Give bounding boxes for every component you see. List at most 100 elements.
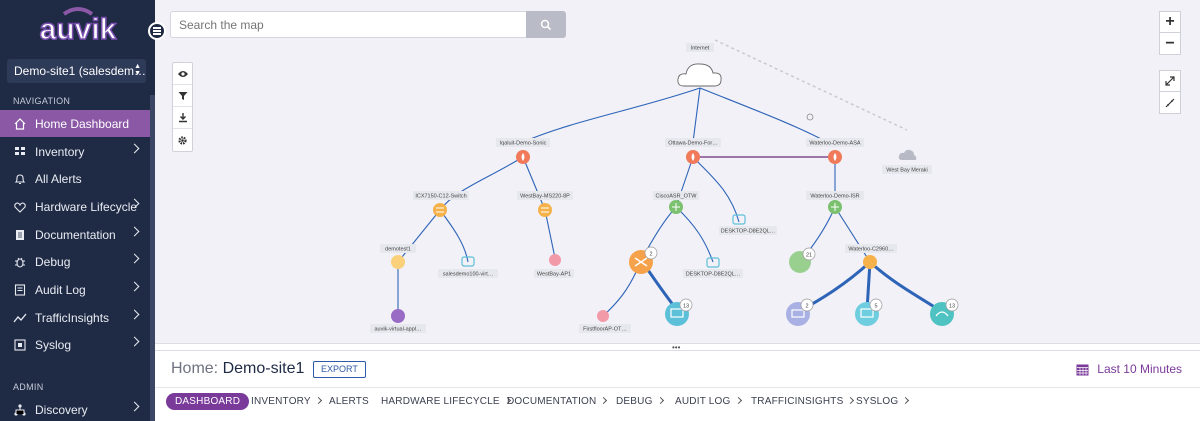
access-point-icon[interactable] [549, 254, 561, 266]
tab-syslog[interactable]: SYSLOG [856, 393, 910, 410]
download-button[interactable] [173, 107, 192, 129]
time-range-label: Last 10 Minutes [1097, 362, 1182, 376]
node-label-ciscoasr: CiscoASR_OTW [656, 194, 698, 200]
tab-label: DEBUG [616, 396, 653, 407]
heart-icon [12, 199, 28, 215]
chevron-right-icon [314, 396, 322, 405]
cloud-icon[interactable] [677, 63, 722, 87]
collapse-button[interactable] [1159, 92, 1181, 114]
node-label-internet: Internet [691, 46, 710, 52]
sidebar-item-label: All Alerts [35, 171, 82, 186]
tab-label: AUDIT LOG [675, 396, 731, 407]
log-icon [12, 282, 28, 298]
tab-debug[interactable]: DEBUG [616, 393, 664, 410]
desktop-icon[interactable] [706, 257, 720, 268]
home-icon [12, 116, 28, 132]
chart-icon [12, 310, 28, 326]
sidebar-item-documentation[interactable]: Documentation [0, 221, 150, 248]
node-label-waterloo-c2960: Waterloo-C2960… [848, 247, 893, 253]
zoom-out-button[interactable]: − [1159, 33, 1181, 55]
expand-button[interactable] [1159, 70, 1181, 92]
tab-audit-log[interactable]: AUDIT LOG [675, 393, 742, 410]
tab-inventory[interactable]: INVENTORY [251, 393, 322, 410]
sidebar-item-discovery[interactable]: Discovery [0, 396, 150, 421]
tab-label: DOCUMENTATION [507, 396, 597, 407]
document-icon [12, 227, 28, 243]
settings-button[interactable] [173, 129, 192, 151]
fit-controls [1159, 70, 1181, 114]
svg-text:auvik: auvik [40, 13, 117, 46]
chevron-right-icon [129, 401, 140, 412]
sidebar-item-label: Home Dashboard [35, 116, 130, 131]
chevron-right-icon [129, 143, 140, 154]
page-title-prefix: Home: [171, 360, 219, 377]
node-label-desktop1: DESKTOP-D8E2QL… [721, 229, 776, 235]
bell-icon [12, 171, 28, 187]
panel-resize-handle[interactable]: ••• [155, 343, 1200, 352]
sidebar-item-label: Syslog [35, 337, 72, 352]
tab-label: HARDWARE LIFECYCLE [381, 396, 500, 407]
switch-icon[interactable] [538, 203, 552, 217]
chevron-right-icon [129, 253, 140, 264]
tab-trafficinsights[interactable]: TRAFFICINSIGHTS [751, 393, 855, 410]
search-icon [540, 19, 552, 30]
access-point-icon[interactable] [597, 310, 609, 322]
sidebar-item-trafficinsights[interactable]: TrafficInsights [0, 304, 150, 331]
switch-icon[interactable] [391, 255, 405, 269]
switch-icon[interactable] [863, 255, 877, 269]
filter-button[interactable] [173, 85, 192, 107]
sidebar-item-all-alerts[interactable]: All Alerts [0, 165, 150, 192]
badge-count: 21 [806, 253, 812, 259]
chevron-right-icon [847, 396, 855, 405]
page-title-site: Demo-site1 [222, 360, 305, 377]
dashboard-panel: Home: Demo-site1 EXPORT Last 10 Minutes … [155, 351, 1200, 421]
sidebar-item-hardware-lifecycle[interactable]: Hardware Lifecycle [0, 193, 150, 220]
node-label-waterloo-asa: Waterloo-Demo-ASA [809, 141, 860, 147]
eye-icon [177, 70, 188, 77]
chevron-right-icon [129, 309, 140, 320]
site-selector[interactable]: Demo-site1 (salesdem… ▲ ▼ [7, 59, 146, 83]
sidebar-item-label: Discovery [35, 402, 88, 417]
sidebar-item-label: TrafficInsights [35, 310, 110, 325]
auvik-logo[interactable]: auvik [36, 6, 120, 46]
meraki-cloud-icon[interactable] [898, 149, 917, 160]
export-button[interactable]: EXPORT [313, 361, 366, 378]
node-label-firstfloor: FirstfloorAP-OT… [583, 327, 627, 333]
sidebar-item-audit-log[interactable]: Audit Log [0, 276, 150, 303]
topology-canvas[interactable]: Internet Iqaluit-Demo-Sonic Ottawa-Demo-… [155, 0, 1200, 343]
tab-label: DASHBOARD [175, 396, 241, 407]
node-label-westbay-ms220: WestBay-MS220-8P [520, 194, 570, 200]
tab-hardware-lifecycle[interactable]: HARDWARE LIFECYCLE [381, 393, 511, 410]
dashboard-tabs: DASHBOARD INVENTORY ALERTS HARDWARE LIFE… [155, 387, 1200, 413]
tab-alerts[interactable]: ALERTS [329, 393, 369, 410]
network-map[interactable]: Internet Iqaluit-Demo-Sonic Ottawa-Demo-… [155, 0, 1200, 343]
sidebar-item-syslog[interactable]: Syslog [0, 331, 150, 358]
node-label-salesdemo: salesdemo100-virt… [443, 272, 493, 278]
map-search-button[interactable] [526, 11, 566, 38]
download-icon [178, 113, 187, 123]
tab-label: INVENTORY [251, 396, 311, 407]
chevron-right-icon [600, 396, 608, 405]
tab-documentation[interactable]: DOCUMENTATION [507, 393, 608, 410]
sidebar-item-label: Debug [35, 254, 71, 269]
sidebar-item-inventory[interactable]: Inventory [0, 138, 150, 165]
node-label-ottawa: Ottawa-Demo-For… [668, 141, 718, 147]
desktop-icon[interactable] [732, 214, 746, 225]
view-button[interactable] [173, 63, 192, 85]
chevron-right-icon [734, 396, 742, 405]
time-range-selector[interactable]: Last 10 Minutes [1076, 362, 1182, 376]
sidebar-item-home-dashboard[interactable]: Home Dashboard [0, 110, 150, 137]
filter-icon [178, 91, 187, 100]
tab-dashboard[interactable]: DASHBOARD [166, 393, 250, 410]
switch-icon[interactable] [433, 203, 447, 217]
zoom-in-button[interactable]: + [1159, 11, 1181, 33]
node-label-demotest1: demotest1 [385, 247, 411, 253]
expand-icon [1165, 76, 1175, 86]
appliance-icon[interactable] [391, 309, 405, 323]
menu-toggle-button[interactable] [148, 22, 166, 40]
node-label-iqaluit: Iqaluit-Demo-Sonic [500, 141, 547, 147]
site-selector-label: Demo-site1 (salesdem… [14, 64, 146, 78]
sidebar-item-debug[interactable]: Debug [0, 248, 150, 275]
chevron-right-icon [902, 396, 910, 405]
map-search-input[interactable] [170, 11, 527, 38]
